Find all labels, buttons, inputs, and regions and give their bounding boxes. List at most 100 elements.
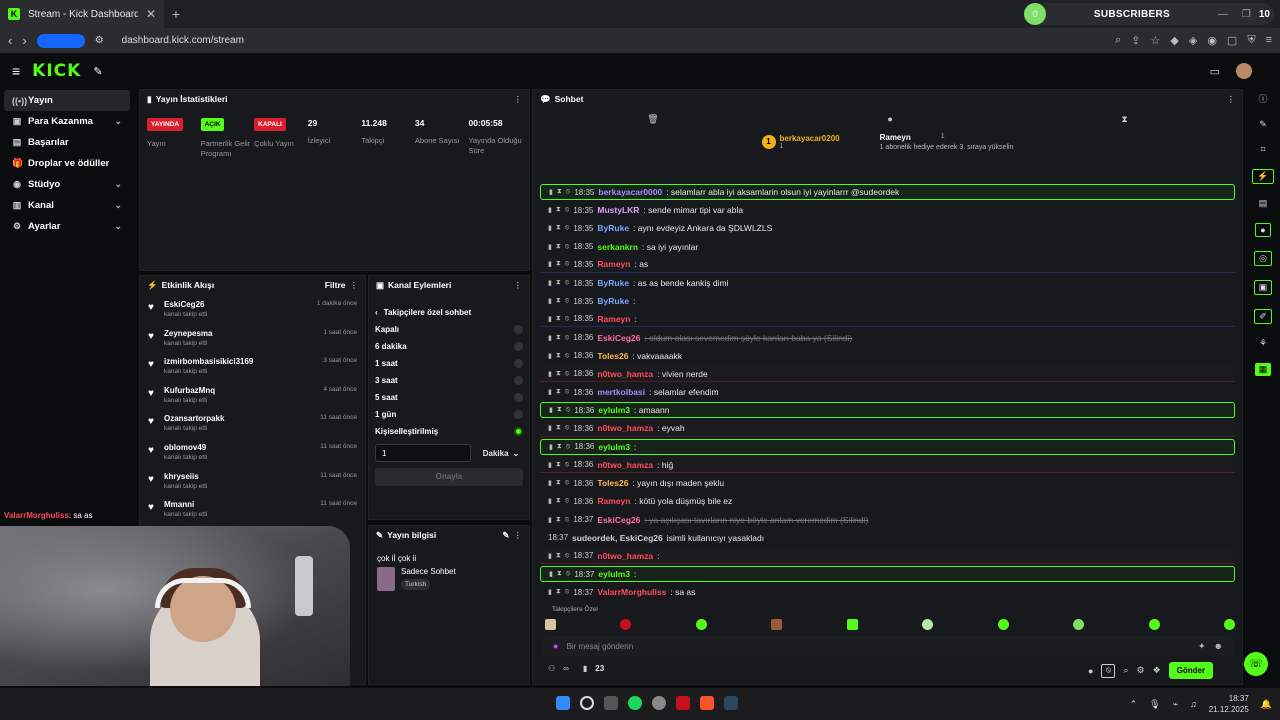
ban-icon[interactable]: ⦸ [566,188,571,196]
delete-message-icon[interactable]: ▮ [548,388,552,396]
close-tab-icon[interactable]: ✕ [146,7,156,21]
avatar[interactable] [1236,63,1252,79]
ban-icon[interactable]: ⦸ [566,406,571,414]
message-user[interactable]: ByRuke [597,296,629,306]
option-row[interactable]: Kapalı [369,321,529,338]
ban-icon[interactable]: ⦸ [566,570,571,578]
option-row[interactable]: 6 dakika [369,338,529,355]
kick-logo[interactable]: KICK [32,61,81,81]
box-icon[interactable]: ▣ [1253,280,1273,295]
emote-picker-icon[interactable]: ❖ [1153,665,1161,676]
delete-message-icon[interactable]: ▮ [549,570,553,578]
timeout-icon[interactable]: ⧗ [556,352,561,360]
chat-message[interactable]: ▮ ⧗ ⦸ 18:35 berkayacar0000: selamlarr abla i… [540,184,1235,200]
emote-icon[interactable] [997,619,1009,630]
search-icon[interactable]: ⌕ [1123,665,1128,676]
broadcast-icon[interactable]: ◎ [1254,251,1272,266]
message-user[interactable]: n0two_hamza [597,460,653,470]
mod-tools-icon[interactable]: ⚇ [548,664,555,673]
info-icon[interactable]: ⓘ [1258,92,1267,105]
app-icon[interactable] [676,696,690,710]
ban-icon[interactable]: ⦸ [565,516,570,524]
emote-icon[interactable] [620,619,632,630]
delete-message-icon[interactable]: ▮ [548,479,552,487]
chat-message[interactable]: ▮ ⧗ ⦸ 18:36 n0two_hamza: vivien nerde [540,366,1235,382]
chat-bubble-icon[interactable]: ● [887,114,892,125]
extension4-icon[interactable]: ▢ [1227,34,1237,47]
timeout-icon[interactable]: ⧗ [556,461,561,469]
bolt-icon[interactable]: ⚡ [1252,169,1274,184]
sidebar-item-basarilar[interactable]: ▤ Başarılar [4,132,130,153]
delete-message-icon[interactable]: ▮ [548,552,552,560]
ban-icon[interactable]: ⦸ [565,297,570,305]
timeout-icon[interactable]: ⧗ [557,406,562,414]
menu-icon[interactable]: ≡ [1266,34,1272,47]
category-name[interactable]: Sadece Sohbet [401,567,456,576]
chat-message[interactable]: ▮ ⧗ ⦸ 18:35 ByRuke: [540,293,1235,309]
chat-message[interactable]: ▮ ⧗ ⦸ 18:36 mertkolbasi: selamlar efendim [540,384,1235,400]
more-options-icon[interactable]: ⋮ [350,280,359,291]
message-user[interactable]: n0two_hamza [597,551,653,561]
chat-message[interactable]: ▮ ⧗ ⦸ 18:36 eylulm3: amaann [540,402,1235,419]
extensions-icon[interactable]: ◆ [1170,34,1178,47]
emote-icon[interactable] [922,619,934,630]
chat-input[interactable]: ● Bir mesaj gönderin ✦ ☻ [543,636,1233,656]
more-options-icon[interactable]: ⋮ [514,94,523,105]
browser-tab[interactable]: K Stream - Kick Dashboard ✕ [0,0,164,28]
timeout-icon[interactable]: ⧗ [556,279,561,287]
ban-icon[interactable]: ⦸ [565,260,570,268]
ban-icon[interactable]: ⦸ [565,479,570,487]
pencil-icon[interactable]: ✎ [1259,119,1267,130]
translate-icon[interactable]: ✦ [1198,641,1206,652]
timeout-icon[interactable]: ⧗ [556,297,561,305]
share-icon[interactable]: ⚘ [1259,338,1267,349]
download-icon[interactable] [604,696,618,710]
extension2-icon[interactable]: ◈ [1189,34,1197,47]
delete-message-icon[interactable]: ▮ [548,497,552,505]
message-user[interactable]: EskiCeg26 [597,333,640,343]
ban-icon[interactable]: ⦸ [565,243,570,251]
message-user[interactable]: Toles26 [597,478,628,488]
extension3-icon[interactable]: ◉ [1207,34,1217,47]
delete-message-icon[interactable]: ▮ [548,243,552,251]
mic-icon[interactable]: 🎙 [1149,699,1160,710]
chat-message[interactable]: 18:37 sudeordek, EskiCeg26 isimli kullanı… [540,530,1235,546]
add-widget-icon[interactable]: ▦ [1254,363,1272,376]
chat-message[interactable]: ▮ ⧗ ⦸ 18:35 serkankrn: sa iyi yayınlar [540,239,1235,255]
timeout-icon[interactable]: ⧗ [556,479,561,487]
ban-icon[interactable]: ⦸ [565,315,570,323]
radio[interactable] [514,376,523,385]
chat-message[interactable]: ▮ ⧗ ⦸ 18:36 EskiCeg26: oldum olası sevemedim… [540,330,1235,346]
timeout-icon[interactable]: ⧗ [556,334,561,342]
chat-message[interactable]: ▮ ⧗ ⦸ 18:36 eylulm3: [540,438,1235,455]
emote-icon[interactable] [1223,619,1235,630]
delete-message-icon[interactable]: ▮ [548,224,552,232]
chat-message[interactable]: ▮ ⧗ ⦸ 18:35 ByRuke: aynı evdeyiz Ankara da Ş… [540,220,1235,236]
ban-icon[interactable]: ⦸ [565,388,570,396]
wrench-icon[interactable]: ✐ [1254,309,1272,324]
message-user[interactable]: sudeordek, EskiCeg26 [572,533,663,543]
delete-message-icon[interactable]: ▮ [548,315,552,323]
radio[interactable] [514,342,523,351]
timeout-icon[interactable]: ⧗ [556,424,561,432]
forward-icon[interactable]: › [22,33,26,48]
edit-icon[interactable]: ✎ [502,530,509,541]
delete-message-icon[interactable]: ▮ [548,260,552,268]
zoom-icon[interactable]: ⌕ [1115,34,1121,47]
message-user[interactable]: Rameyn [597,496,630,506]
back-button[interactable]: ‹ Takipçilere özel sohbet [369,304,529,321]
ban-icon[interactable]: ⦸ [565,588,570,596]
more-options-icon[interactable]: ⋮ [514,280,523,291]
message-user[interactable]: ByRuke [597,223,629,233]
delete-message-icon[interactable]: ▮ [548,206,552,214]
share-icon[interactable]: ⇪ [1131,34,1140,47]
ban-icon[interactable]: ⦸ [565,334,570,342]
timeout-icon[interactable]: ⧗ [556,370,561,378]
chat-message[interactable]: ▮ ⧗ ⦸ 18:37 ValarrMorghuliss: sa as [540,584,1235,600]
message-user[interactable]: n0two_hamza [597,369,653,379]
chat-message[interactable]: ▮ ⧗ ⦸ 18:35 ByRuke: as as bende kankiş dimi [540,275,1235,291]
timeout-icon[interactable]: ⧗ [556,497,561,505]
message-user[interactable]: Rameyn [597,314,630,324]
timeout-icon[interactable]: ⧗ [556,588,561,596]
emote-icon[interactable] [545,619,556,630]
